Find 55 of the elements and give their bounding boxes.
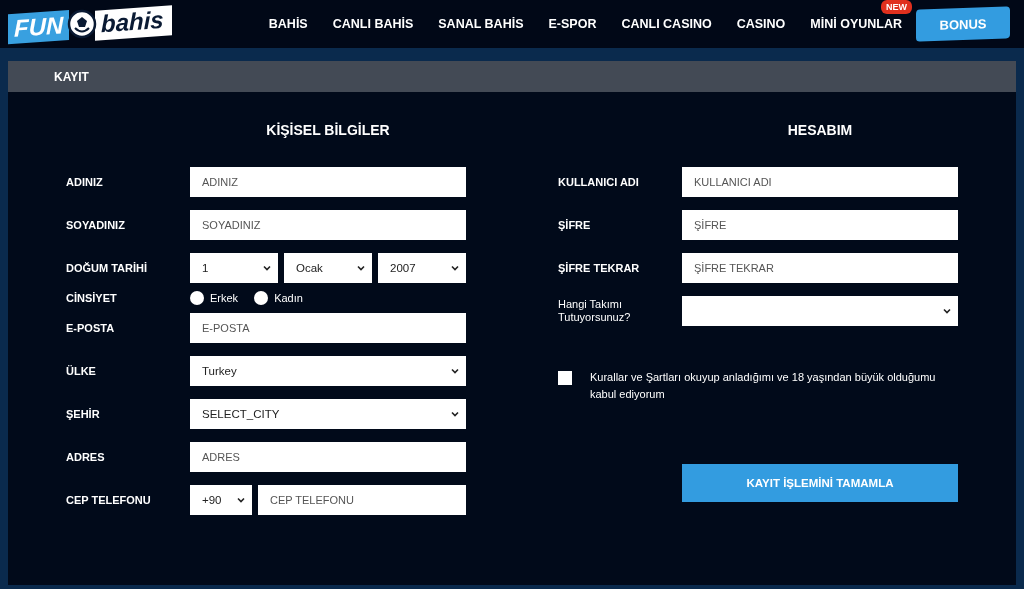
select-field[interactable]: Turkey	[190, 356, 466, 386]
field-label: KULLANICI ADI	[558, 175, 640, 189]
phone-field[interactable]: CEP TELEFONU	[258, 485, 466, 515]
text-field[interactable]: ŞİFRE	[682, 210, 958, 240]
logo-text: bahis	[95, 5, 172, 41]
chevron-icon	[942, 306, 952, 316]
new-badge: NEW	[881, 0, 912, 14]
field-label: ADINIZ	[66, 175, 104, 189]
field-label: ŞEHİR	[66, 407, 101, 421]
nav-link[interactable]: CANLI CASINO	[621, 17, 712, 31]
text-field[interactable]: SOYADINIZ	[190, 210, 466, 240]
field-label: Hangi Takımı Tutuyorsunuz?	[558, 298, 632, 324]
field-label: ÜLKE	[66, 364, 97, 378]
text-field[interactable]: E-POSTA	[190, 313, 466, 343]
text-field[interactable]: ŞİFRE TEKRAR	[682, 253, 958, 283]
select-field[interactable]: SELECT_CITY	[190, 399, 466, 429]
field-label: ADRES	[66, 450, 106, 464]
section-heading: KİŞİSEL BİLGİLER	[265, 122, 391, 138]
terms-checkbox[interactable]	[558, 371, 572, 385]
chevron-icon	[356, 263, 366, 273]
ball-icon	[67, 9, 98, 39]
nav-link[interactable]: SANAL BAHİS	[438, 17, 524, 31]
page-title: KAYIT	[54, 69, 89, 84]
text-field[interactable]: KULLANICI ADI	[682, 167, 958, 197]
terms-text: Kurallar ve Şartları okuyup anladığımı ve 18 yaşından büyük olduğumu kabul ediyorum	[590, 370, 937, 402]
country-code-select[interactable]: +90	[190, 485, 252, 515]
nav-link[interactable]: CANLI BAHİS	[332, 17, 414, 31]
chevron-icon	[450, 409, 460, 419]
date-select[interactable]: Ocak	[284, 253, 372, 283]
radio-button[interactable]	[254, 291, 269, 305]
nav-link[interactable]: MİNİ OYUNLAR	[810, 17, 902, 31]
chevron-icon	[450, 263, 460, 273]
text-field[interactable]: ADRES	[190, 442, 466, 472]
field-label: CİNSİYET	[66, 291, 118, 305]
field-label: E-POSTA	[66, 321, 116, 335]
nav-link[interactable]: BAHİS	[268, 17, 308, 31]
chevron-icon	[450, 366, 460, 376]
text-field[interactable]: ADINIZ	[190, 167, 466, 197]
field-label: SOYADINIZ	[66, 218, 126, 232]
chevron-icon	[236, 495, 246, 505]
logo-text: FUN	[8, 9, 70, 45]
radio-label: Erkek	[210, 292, 239, 304]
field-label: DOĞUM TARİHİ	[66, 261, 149, 275]
select-field[interactable]	[682, 296, 958, 326]
chevron-icon	[262, 263, 272, 273]
field-label: ŞİFRE	[558, 218, 592, 232]
radio-button[interactable]	[190, 291, 204, 305]
date-select[interactable]: 2007	[378, 253, 466, 283]
field-label: ŞİFRE TEKRAR	[558, 261, 641, 275]
nav-link[interactable]: CASINO	[736, 17, 786, 31]
date-select[interactable]: 1	[190, 253, 278, 283]
radio-label: Kadın	[274, 292, 303, 304]
section-heading: HESABIM	[786, 122, 854, 138]
field-label: CEP TELEFONU	[66, 493, 152, 507]
nav-link[interactable]: E-SPOR	[548, 17, 597, 31]
